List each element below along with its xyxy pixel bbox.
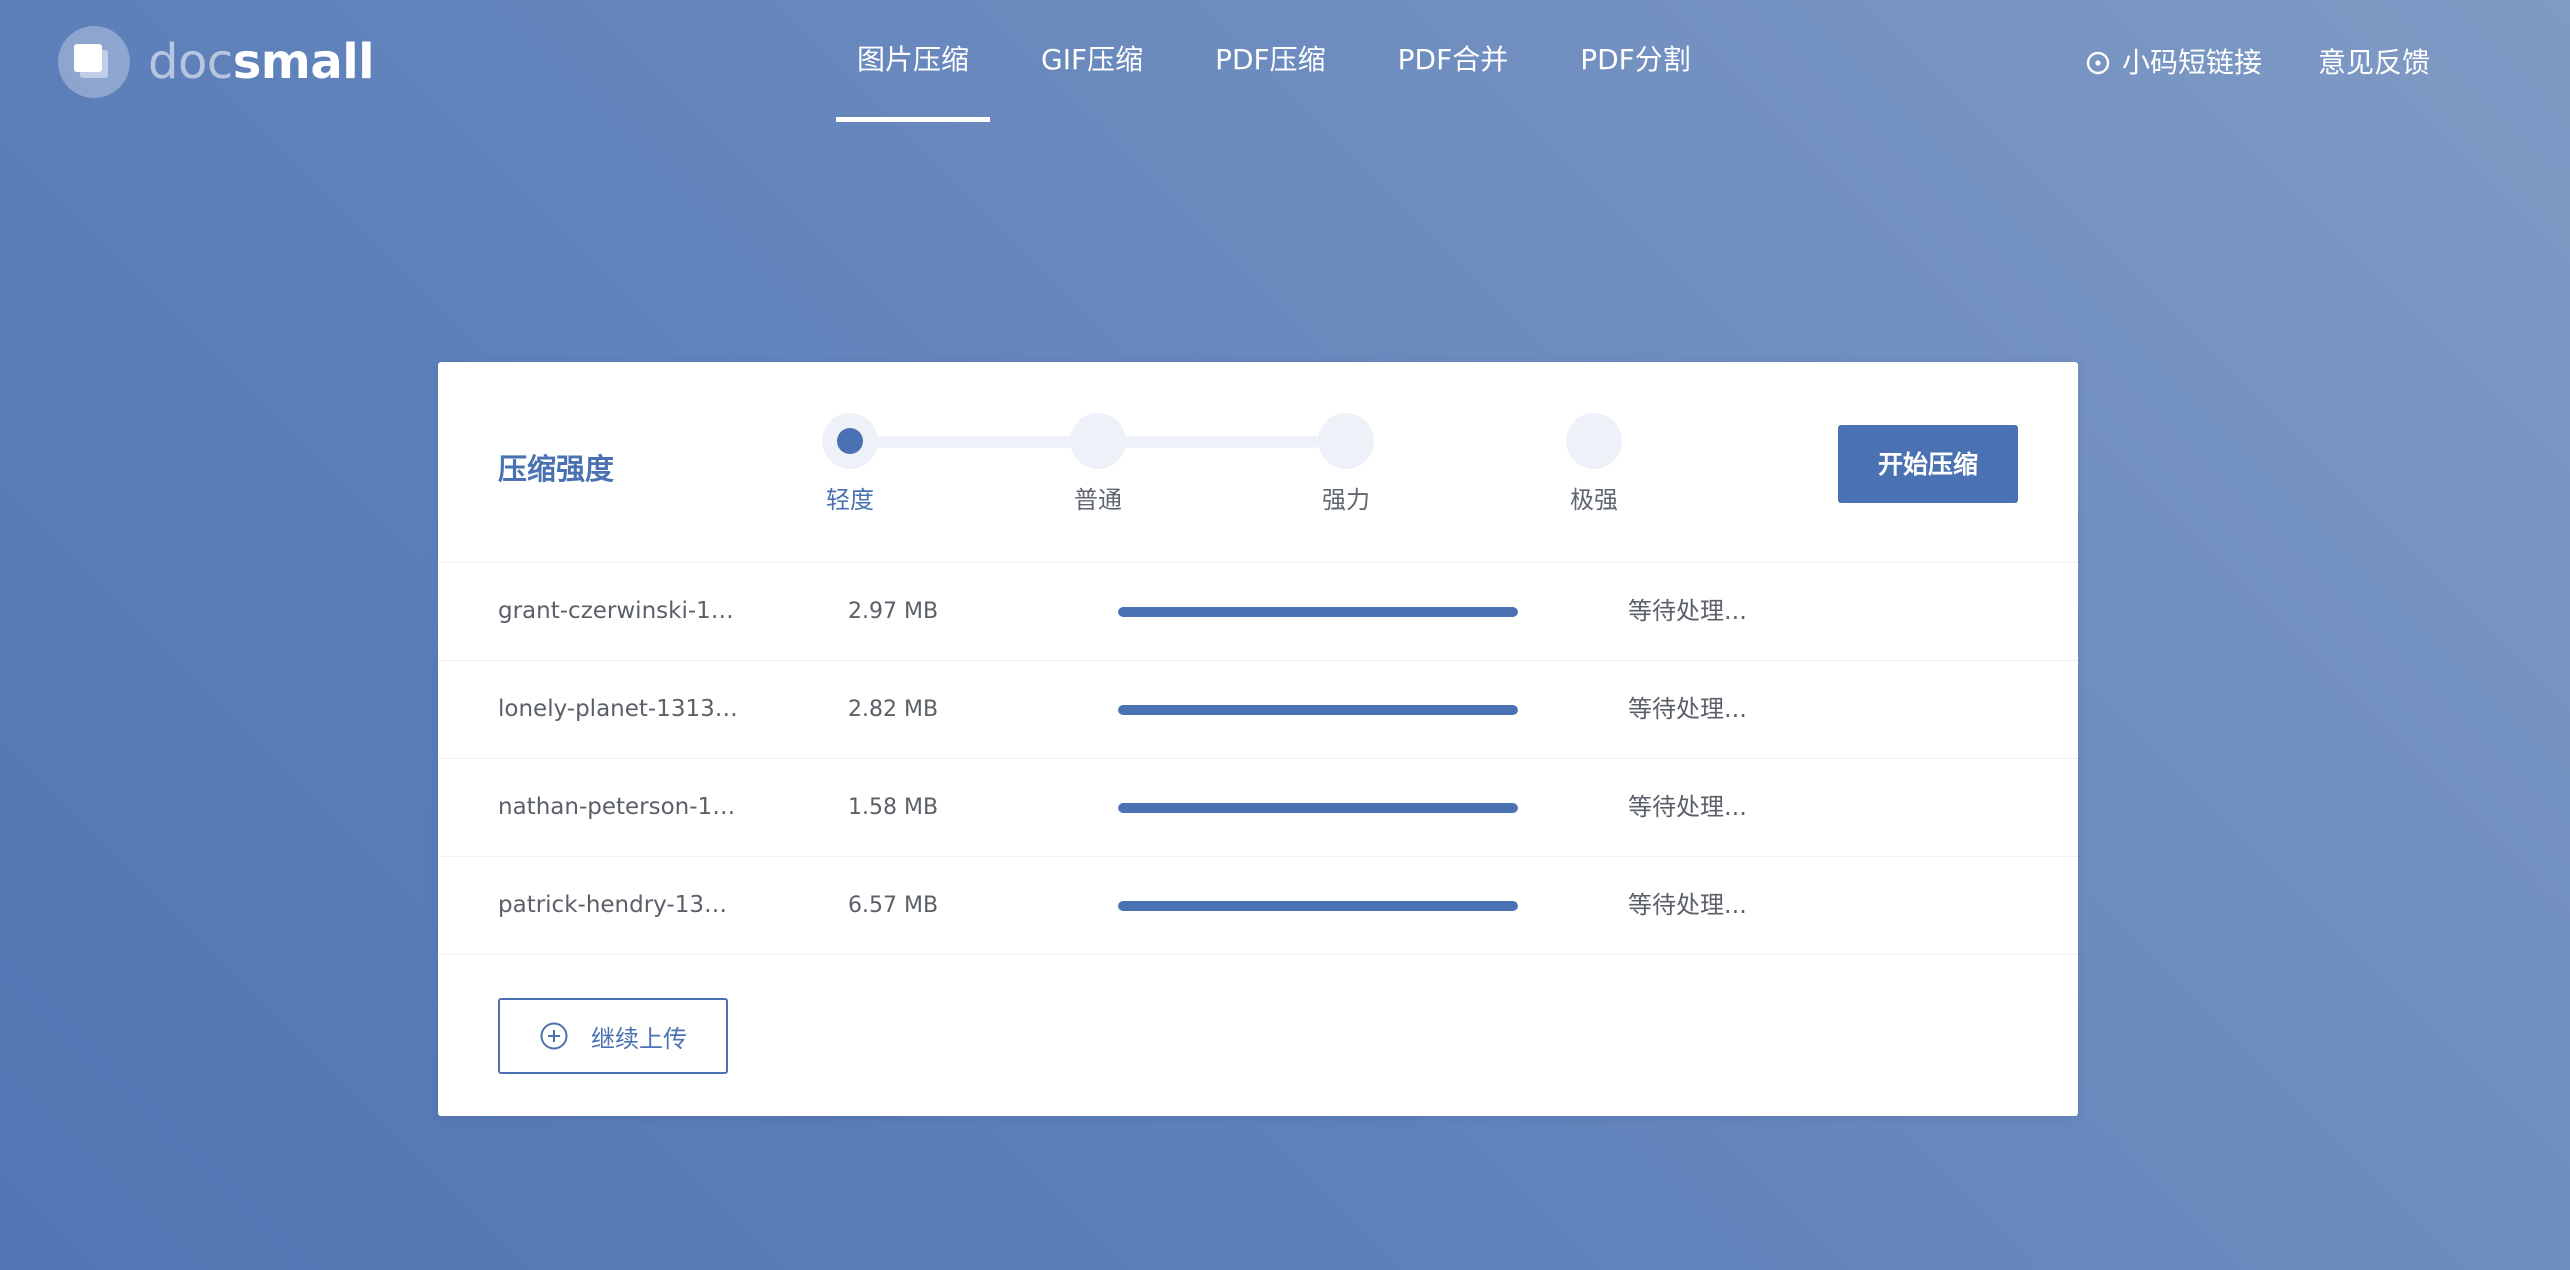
brand-name-part2: small bbox=[232, 34, 375, 90]
file-row: lonely-planet-131395… 2.82 MB 等待处理... bbox=[438, 661, 2078, 759]
file-status: 等待处理... bbox=[1628, 695, 1747, 723]
progress-fill bbox=[1118, 803, 1518, 813]
file-name: grant-czerwinski-131… bbox=[498, 598, 740, 624]
nav-item-pdf-compress[interactable]: PDF压缩 bbox=[1194, 0, 1347, 122]
strength-stop-normal[interactable] bbox=[1070, 413, 1126, 469]
progress-fill bbox=[1118, 607, 1518, 617]
docsmall-logo-icon bbox=[58, 26, 130, 98]
brand-logo[interactable]: docsmall bbox=[58, 26, 375, 98]
file-name: lonely-planet-131395… bbox=[498, 696, 740, 722]
progress-bar bbox=[1118, 901, 1518, 911]
nav-right: 小码短链接 意见反馈 bbox=[2086, 0, 2430, 122]
strength-stop-extreme[interactable] bbox=[1566, 413, 1622, 469]
strength-label-light[interactable]: 轻度 bbox=[790, 480, 910, 515]
strength-label-strong[interactable]: 强力 bbox=[1286, 480, 1406, 515]
progress-bar bbox=[1118, 607, 1518, 617]
main-nav: 图片压缩 GIF压缩 PDF压缩 PDF合并 PDF分割 bbox=[836, 0, 1742, 122]
nav-item-image-compress[interactable]: 图片压缩 bbox=[836, 0, 991, 122]
continue-upload-label: 继续上传 bbox=[591, 1024, 687, 1053]
strength-slider[interactable]: 轻度 普通 强力 极强 bbox=[822, 362, 1622, 562]
nav-item-pdf-merge[interactable]: PDF合并 bbox=[1377, 0, 1530, 122]
progress-fill bbox=[1118, 705, 1518, 715]
file-name: patrick-hendry-13148… bbox=[498, 892, 740, 918]
circle-dot-icon bbox=[2086, 49, 2110, 75]
feedback-link[interactable]: 意见反馈 bbox=[2318, 41, 2430, 81]
file-name: nathan-peterson-131… bbox=[498, 794, 740, 820]
file-list: grant-czerwinski-131… 2.97 MB 等待处理... lo… bbox=[438, 563, 2078, 955]
progress-fill bbox=[1118, 901, 1518, 911]
shortlink-label: 小码短链接 bbox=[2121, 46, 2262, 79]
progress-bar bbox=[1118, 803, 1518, 813]
strength-label-extreme[interactable]: 极强 bbox=[1534, 480, 1654, 515]
strength-stop-strong[interactable] bbox=[1318, 413, 1374, 469]
file-status: 等待处理... bbox=[1628, 793, 1747, 821]
strength-label: 压缩强度 bbox=[498, 452, 615, 486]
strength-stop-light[interactable] bbox=[822, 413, 878, 469]
file-size: 1.58 MB bbox=[848, 795, 939, 820]
file-row: nathan-peterson-131… 1.58 MB 等待处理... bbox=[438, 759, 2078, 857]
continue-upload-button[interactable]: 继续上传 bbox=[498, 998, 728, 1074]
file-row: grant-czerwinski-131… 2.97 MB 等待处理... bbox=[438, 563, 2078, 661]
shortlink-link[interactable]: 小码短链接 bbox=[2086, 41, 2262, 81]
file-size: 6.57 MB bbox=[848, 893, 939, 918]
strength-label-normal[interactable]: 普通 bbox=[1038, 480, 1158, 515]
file-status: 等待处理... bbox=[1628, 891, 1747, 919]
plus-circle-icon bbox=[539, 1021, 569, 1051]
nav-item-pdf-split[interactable]: PDF分割 bbox=[1559, 0, 1712, 122]
nav-item-gif-compress[interactable]: GIF压缩 bbox=[1020, 0, 1164, 122]
file-size: 2.82 MB bbox=[848, 697, 939, 722]
file-status: 等待处理... bbox=[1628, 597, 1747, 625]
progress-bar bbox=[1118, 705, 1518, 715]
file-row: patrick-hendry-13148… 6.57 MB 等待处理... bbox=[438, 857, 2078, 955]
start-compress-button[interactable]: 开始压缩 bbox=[1838, 425, 2018, 503]
strength-row: 压缩强度 轻度 普通 强力 极强 开始压缩 bbox=[438, 362, 2078, 563]
brand-name-part1: doc bbox=[148, 34, 233, 90]
compress-card: 压缩强度 轻度 普通 强力 极强 开始压缩 grant-czerwinski-1… bbox=[438, 362, 2078, 1116]
brand-name: docsmall bbox=[148, 26, 375, 98]
file-size: 2.97 MB bbox=[848, 599, 939, 624]
